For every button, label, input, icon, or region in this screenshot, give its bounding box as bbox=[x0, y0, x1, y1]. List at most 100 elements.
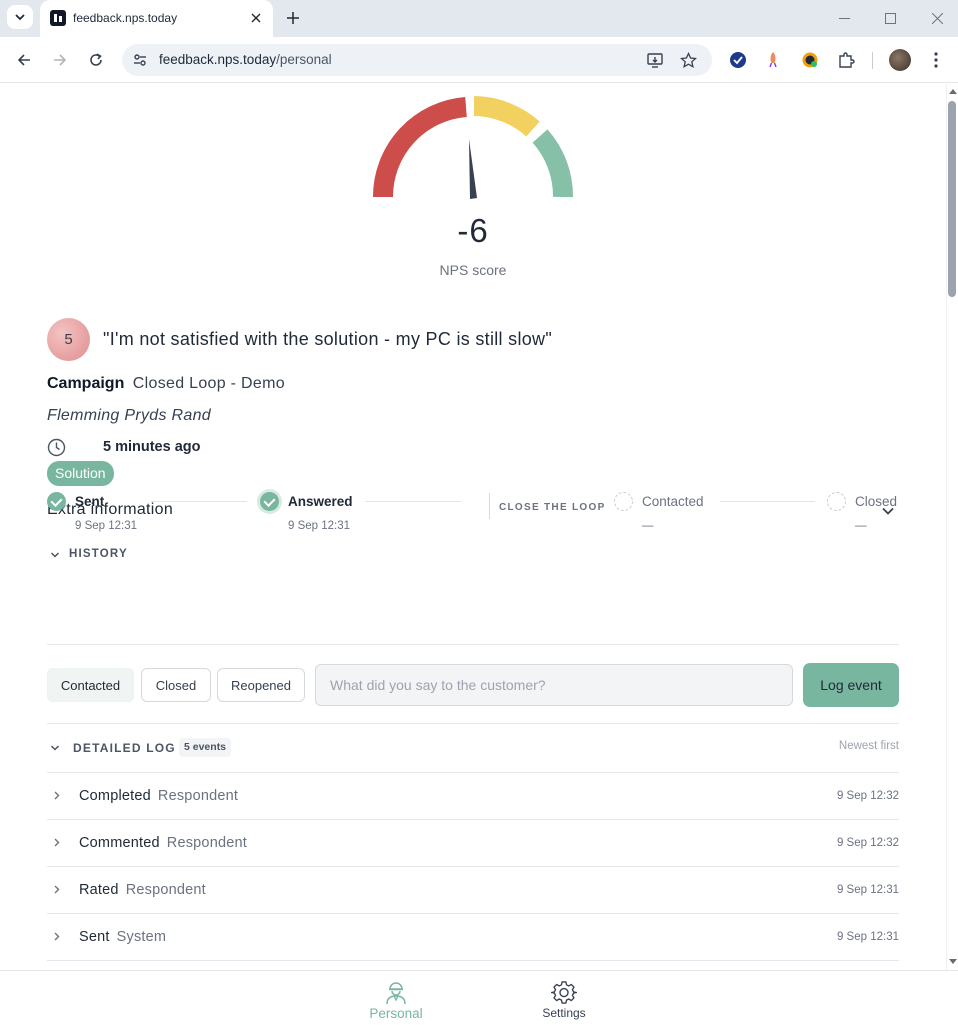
nav-personal[interactable]: Personal bbox=[356, 979, 436, 1023]
tab-close-button[interactable] bbox=[245, 7, 267, 29]
url-text: feedback.nps.today/personal bbox=[159, 52, 332, 67]
reload-button[interactable] bbox=[84, 48, 108, 72]
scroll-up-arrow-icon[interactable] bbox=[949, 89, 957, 94]
log-event-text: Completed Respondent bbox=[79, 788, 239, 804]
response-tag[interactable]: Solution bbox=[47, 461, 114, 486]
arrow-left-icon bbox=[17, 54, 30, 66]
extension-logo-icon bbox=[802, 52, 818, 68]
maximize-button[interactable] bbox=[878, 6, 902, 30]
campaign-label: Campaign bbox=[47, 375, 125, 392]
extension-check-button[interactable] bbox=[727, 49, 749, 71]
arrow-right-icon bbox=[54, 54, 67, 66]
minimize-button[interactable] bbox=[832, 6, 856, 30]
gear-icon bbox=[551, 981, 577, 1004]
closed-button[interactable]: Closed bbox=[141, 668, 211, 702]
tab-title: feedback.nps.today bbox=[73, 11, 178, 25]
log-event-button[interactable]: Log event bbox=[803, 663, 899, 707]
browser-tab[interactable]: feedback.nps.today bbox=[40, 0, 273, 37]
event-count-badge: 5 events bbox=[179, 738, 232, 757]
minimize-icon bbox=[838, 17, 850, 19]
gauge-passive-segment bbox=[473, 96, 540, 137]
new-tab-button[interactable] bbox=[280, 5, 306, 31]
response-comment: "I'm not satisfied with the solution - m… bbox=[103, 329, 553, 349]
clock-icon bbox=[47, 438, 66, 457]
bottom-navigation: Personal Settings bbox=[0, 970, 958, 1025]
install-app-button[interactable] bbox=[645, 50, 665, 70]
nav-label: Settings bbox=[542, 1006, 586, 1020]
nav-label: Personal bbox=[369, 1006, 423, 1021]
reopened-button[interactable]: Reopened bbox=[217, 668, 305, 702]
step-pending-icon bbox=[614, 492, 633, 511]
gauge-promoter-segment bbox=[532, 129, 574, 198]
extra-information-toggle[interactable]: Extra information bbox=[47, 494, 899, 524]
history-connector bbox=[720, 501, 815, 502]
extension-colorful-button[interactable] bbox=[799, 49, 821, 71]
step-label: Contacted bbox=[642, 494, 704, 509]
history-connector bbox=[151, 501, 247, 502]
puzzle-icon bbox=[839, 52, 855, 68]
chevron-down-icon bbox=[50, 745, 60, 751]
history-title: HISTORY bbox=[69, 548, 128, 560]
log-event-text: Rated Respondent bbox=[79, 882, 206, 898]
chevron-right-icon bbox=[54, 838, 60, 847]
extensions-button[interactable] bbox=[835, 49, 857, 71]
tab-search-button[interactable] bbox=[7, 5, 33, 29]
campaign-value: Closed Loop - Demo bbox=[132, 375, 285, 392]
site-favicon-icon bbox=[50, 10, 66, 26]
nps-score-value: -6 bbox=[457, 212, 489, 249]
browser-toolbar: feedback.nps.today/personal bbox=[0, 37, 958, 83]
history-connector bbox=[365, 501, 461, 502]
person-icon bbox=[386, 982, 406, 1005]
log-row[interactable]: Rated Respondent 9 Sep 12:31 bbox=[47, 867, 899, 914]
response-time-ago: 5 minutes ago bbox=[103, 439, 201, 455]
step-date: 9 Sep 12:31 bbox=[75, 520, 138, 532]
detailed-log-toggle[interactable]: DETAILED LOG 5 events Newest first bbox=[47, 738, 899, 758]
contacted-button[interactable]: Contacted bbox=[47, 668, 134, 702]
extra-information-label: Extra information bbox=[47, 501, 174, 518]
check-circle-icon bbox=[730, 52, 746, 68]
campaign-row: Campaign Closed Loop - Demo bbox=[47, 375, 285, 393]
profile-avatar[interactable] bbox=[889, 49, 911, 71]
gauge-needle bbox=[469, 139, 477, 199]
log-row[interactable]: Sent System 9 Sep 12:31 bbox=[47, 914, 899, 961]
step-date: — bbox=[642, 520, 654, 532]
section-divider bbox=[47, 644, 899, 645]
extension-rocket-button[interactable] bbox=[762, 49, 784, 71]
install-app-icon bbox=[646, 52, 663, 68]
rocket-icon bbox=[769, 52, 777, 68]
chevron-right-icon bbox=[54, 791, 60, 800]
log-event-text: Sent System bbox=[79, 929, 167, 945]
address-bar[interactable]: feedback.nps.today/personal bbox=[122, 44, 712, 76]
log-time: 9 Sep 12:32 bbox=[836, 790, 899, 802]
more-vertical-icon bbox=[934, 52, 938, 68]
scroll-down-arrow-icon[interactable] bbox=[949, 959, 957, 964]
window-close-button[interactable] bbox=[925, 6, 949, 30]
rating-bubble: 5 bbox=[47, 318, 90, 361]
star-icon bbox=[679, 51, 697, 68]
log-note-input[interactable] bbox=[315, 664, 793, 706]
scrollbar-thumb[interactable] bbox=[948, 101, 956, 297]
nps-gauge bbox=[372, 96, 574, 199]
step-done-icon bbox=[47, 492, 66, 511]
step-date: — bbox=[855, 520, 867, 532]
bookmark-button[interactable] bbox=[678, 50, 698, 70]
plus-icon bbox=[287, 12, 299, 24]
sort-order-label[interactable]: Newest first bbox=[839, 740, 899, 752]
site-settings-icon[interactable] bbox=[132, 52, 148, 68]
forward-button[interactable] bbox=[48, 48, 72, 72]
reload-icon bbox=[90, 53, 102, 66]
detailed-log-title: DETAILED LOG bbox=[73, 741, 176, 755]
browser-menu-button[interactable] bbox=[925, 49, 947, 71]
log-row[interactable]: Commented Respondent 9 Sep 12:32 bbox=[47, 820, 899, 867]
chevron-right-icon bbox=[54, 885, 60, 894]
back-button[interactable] bbox=[12, 48, 36, 72]
section-divider bbox=[47, 723, 899, 724]
log-row[interactable]: Completed Respondent 9 Sep 12:32 bbox=[47, 773, 899, 820]
close-icon bbox=[931, 12, 943, 24]
step-label: Answered bbox=[288, 494, 353, 509]
nav-settings[interactable]: Settings bbox=[524, 979, 604, 1023]
close-loop-separator bbox=[489, 493, 490, 519]
chevron-down-icon bbox=[15, 14, 25, 21]
log-time: 9 Sep 12:31 bbox=[836, 931, 899, 943]
step-pending-icon bbox=[827, 492, 846, 511]
